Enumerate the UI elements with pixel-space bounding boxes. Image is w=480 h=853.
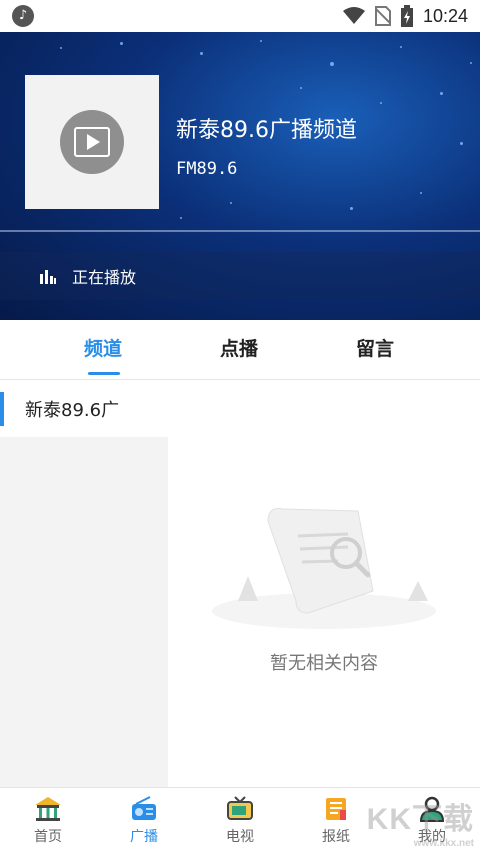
channel-cover[interactable] [25, 75, 159, 209]
tab-active-indicator [88, 372, 120, 375]
bottom-nav: 首页 广播 电视 报纸 我的 KK下载 www.kkx.net [0, 787, 480, 853]
radio-icon [132, 795, 156, 820]
nav-home[interactable]: 首页 [0, 788, 96, 853]
nav-radio[interactable]: 广播 [96, 788, 192, 853]
battery-charging-icon [400, 5, 413, 27]
wifi-icon [342, 7, 365, 24]
player-header: 新泰89.6广播频道 FM89.6 正在播放 [0, 32, 480, 320]
nav-tv-label: 电视 [226, 828, 254, 845]
status-bar: ♪ 10:24 [0, 0, 480, 32]
watermark-url: www.kkx.net [413, 838, 474, 849]
tab-channels[interactable]: 频道 [84, 334, 122, 361]
nav-home-label: 首页 [34, 828, 62, 845]
header-divider [0, 230, 480, 232]
app-notification-icon: ♪ [12, 5, 34, 27]
content-tabs: 频道 点播 留言 [0, 320, 480, 380]
nav-radio-label: 广播 [130, 828, 158, 845]
channel-title: 新泰89.6广播频道 [176, 118, 357, 143]
watermark: KK下载 www.kkx.net [367, 794, 474, 849]
no-sim-icon [374, 6, 391, 26]
tab-on-demand[interactable]: 点播 [220, 334, 258, 361]
now-playing-bar[interactable]: 正在播放 [0, 252, 480, 300]
channel-list: 新泰89.6广 [0, 381, 168, 787]
tab-messages[interactable]: 留言 [356, 334, 394, 361]
tv-icon [227, 795, 253, 820]
equalizer-icon [40, 270, 56, 284]
nav-tv[interactable]: 电视 [192, 788, 288, 853]
status-time: 10:24 [422, 5, 468, 26]
nav-newspaper-label: 报纸 [322, 828, 350, 845]
watermark-text: KK下载 [366, 803, 474, 836]
home-building-icon [35, 796, 61, 821]
playing-status: 正在播放 [72, 268, 137, 287]
empty-state-text: 暂无相关内容 [270, 653, 378, 674]
channel-frequency: FM89.6 [176, 159, 238, 179]
play-video-icon [60, 110, 124, 174]
channel-list-item[interactable]: 新泰89.6广 [0, 381, 168, 437]
newspaper-icon [326, 797, 346, 820]
empty-state-illustration [212, 508, 436, 629]
program-panel: 暂无相关内容 [168, 381, 480, 787]
